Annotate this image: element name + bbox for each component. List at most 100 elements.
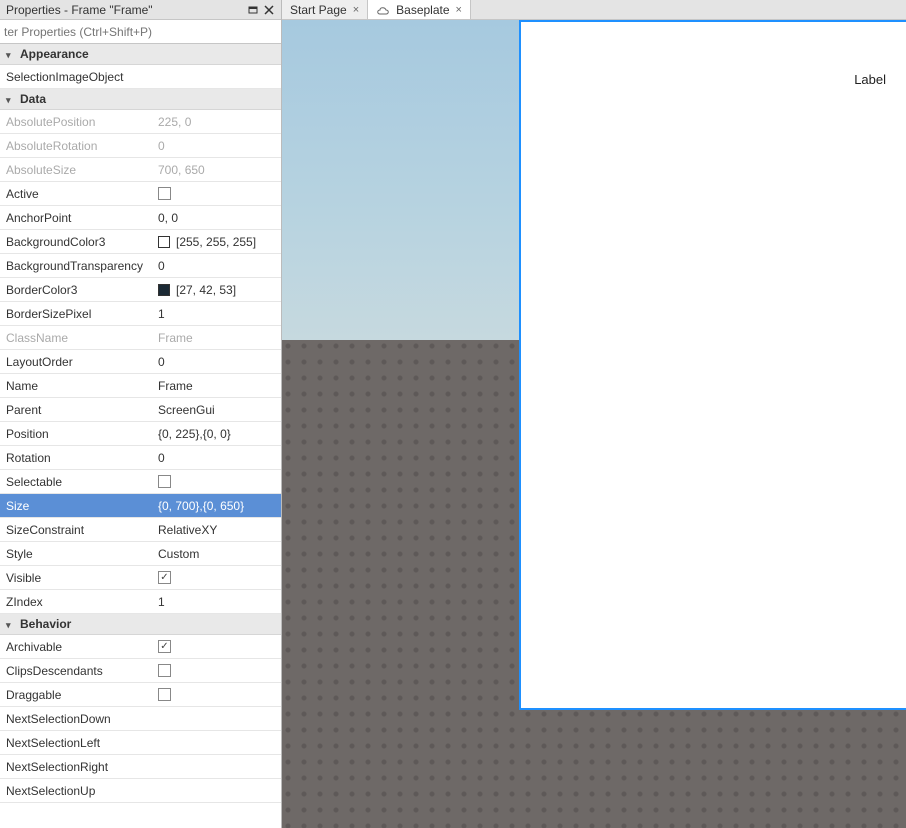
property-value[interactable]: 700, 650	[152, 163, 281, 177]
property-value-text: 1	[158, 595, 165, 609]
property-row[interactable]: AbsoluteSize700, 650	[0, 158, 281, 182]
property-row[interactable]: NextSelectionLeft	[0, 731, 281, 755]
property-value[interactable]: ScreenGui	[152, 403, 281, 417]
scene-3d[interactable]: Label	[282, 20, 906, 828]
property-row[interactable]: ClassName Frame	[0, 326, 281, 350]
property-row[interactable]: LayoutOrder0	[0, 350, 281, 374]
property-name: Selectable	[0, 475, 152, 489]
property-value[interactable]: {0, 700},{0, 650}	[152, 499, 281, 513]
checkbox[interactable]: ✓	[158, 571, 171, 584]
property-value-text: 1	[158, 307, 165, 321]
color-swatch[interactable]	[158, 236, 170, 248]
property-row[interactable]: ParentScreenGui	[0, 398, 281, 422]
checkbox[interactable]	[158, 475, 171, 488]
property-value[interactable]: Frame	[152, 331, 281, 345]
property-value[interactable]: 0	[152, 355, 281, 369]
checkbox[interactable]	[158, 688, 171, 701]
checkbox[interactable]	[158, 664, 171, 677]
property-name: ZIndex	[0, 595, 152, 609]
property-value-text: 0	[158, 139, 165, 153]
property-row[interactable]: Size{0, 700},{0, 650}	[0, 494, 281, 518]
checkbox[interactable]	[158, 187, 171, 200]
category-appearance[interactable]: Appearance	[0, 44, 281, 65]
property-value[interactable]: {0, 225},{0, 0}	[152, 427, 281, 441]
filter-input[interactable]	[0, 20, 281, 43]
undock-icon[interactable]	[245, 2, 261, 18]
properties-list[interactable]: AppearanceSelectionImageObjectDataAbsolu…	[0, 44, 281, 828]
close-icon[interactable]: ×	[456, 4, 462, 16]
tab-baseplate[interactable]: Baseplate ×	[368, 0, 471, 19]
property-row[interactable]: Rotation0	[0, 446, 281, 470]
category-data[interactable]: Data	[0, 89, 281, 110]
property-row[interactable]: NextSelectionRight	[0, 755, 281, 779]
property-row[interactable]: Active	[0, 182, 281, 206]
property-name: Parent	[0, 403, 152, 417]
property-name: NextSelectionDown	[0, 712, 152, 726]
category-behavior[interactable]: Behavior	[0, 614, 281, 635]
color-swatch[interactable]	[158, 284, 170, 296]
property-name: AbsoluteSize	[0, 163, 152, 177]
checkbox[interactable]: ✓	[158, 640, 171, 653]
tab-start-page[interactable]: Start Page ×	[282, 0, 368, 19]
property-value-text: Custom	[158, 547, 199, 561]
property-name: ClipsDescendants	[0, 664, 152, 678]
property-row[interactable]: BorderColor3[27, 42, 53]	[0, 278, 281, 302]
property-row[interactable]: AnchorPoint0, 0	[0, 206, 281, 230]
property-row[interactable]: NameFrame	[0, 374, 281, 398]
property-value-text: 0	[158, 259, 165, 273]
property-value[interactable]: 1	[152, 595, 281, 609]
property-row[interactable]: Position{0, 225},{0, 0}	[0, 422, 281, 446]
property-row[interactable]: Selectable	[0, 470, 281, 494]
property-value-text: Frame	[158, 331, 193, 345]
property-row[interactable]: Visible✓	[0, 566, 281, 590]
property-row[interactable]: BackgroundTransparency0	[0, 254, 281, 278]
property-value[interactable]: ✓	[152, 640, 281, 653]
property-value-text: [27, 42, 53]	[176, 283, 236, 297]
property-value[interactable]	[152, 688, 281, 701]
property-row[interactable]: AbsolutePosition 225, 0	[0, 110, 281, 134]
property-row[interactable]: SelectionImageObject	[0, 65, 281, 89]
property-row[interactable]: BorderSizePixel1	[0, 302, 281, 326]
property-value[interactable]: RelativeXY	[152, 523, 281, 537]
property-value[interactable]: [255, 255, 255]	[152, 235, 281, 249]
property-value[interactable]: 0	[152, 259, 281, 273]
property-row[interactable]: SizeConstraintRelativeXY	[0, 518, 281, 542]
property-name: ClassName	[0, 331, 152, 345]
property-value[interactable]: Custom	[152, 547, 281, 561]
property-row[interactable]: Draggable	[0, 683, 281, 707]
close-icon[interactable]	[261, 2, 277, 18]
property-row[interactable]: BackgroundColor3[255, 255, 255]	[0, 230, 281, 254]
property-name: AbsolutePosition	[0, 115, 152, 129]
gui-label: Label	[854, 72, 886, 87]
property-value[interactable]: Frame	[152, 379, 281, 393]
property-row[interactable]: NextSelectionDown	[0, 707, 281, 731]
property-row[interactable]: NextSelectionUp	[0, 779, 281, 803]
tab-label: Baseplate	[396, 3, 449, 17]
property-value-text: {0, 700},{0, 650}	[158, 499, 244, 513]
close-icon[interactable]: ×	[353, 4, 359, 16]
property-row[interactable]: AbsoluteRotation0	[0, 134, 281, 158]
property-value[interactable]: [27, 42, 53]	[152, 283, 281, 297]
property-value[interactable]	[152, 187, 281, 200]
property-value[interactable]: 225, 0	[152, 115, 281, 129]
property-row[interactable]: ZIndex 1	[0, 590, 281, 614]
property-value[interactable]	[152, 475, 281, 488]
property-row[interactable]: ClipsDescendants	[0, 659, 281, 683]
property-name: SelectionImageObject	[0, 70, 152, 84]
property-value-text: Frame	[158, 379, 193, 393]
property-name: Draggable	[0, 688, 152, 702]
gui-frame[interactable]: Label	[519, 20, 906, 710]
property-row[interactable]: Style Custom	[0, 542, 281, 566]
property-value[interactable]: 0	[152, 139, 281, 153]
property-name: Style	[0, 547, 152, 561]
property-name: LayoutOrder	[0, 355, 152, 369]
property-name: Rotation	[0, 451, 152, 465]
property-value-text: [255, 255, 255]	[176, 235, 256, 249]
property-value[interactable]: ✓	[152, 571, 281, 584]
property-row[interactable]: Archivable✓	[0, 635, 281, 659]
property-value[interactable]: 0, 0	[152, 211, 281, 225]
property-value[interactable]	[152, 664, 281, 677]
property-value[interactable]: 1	[152, 307, 281, 321]
property-value-text: 225, 0	[158, 115, 191, 129]
property-value[interactable]: 0	[152, 451, 281, 465]
